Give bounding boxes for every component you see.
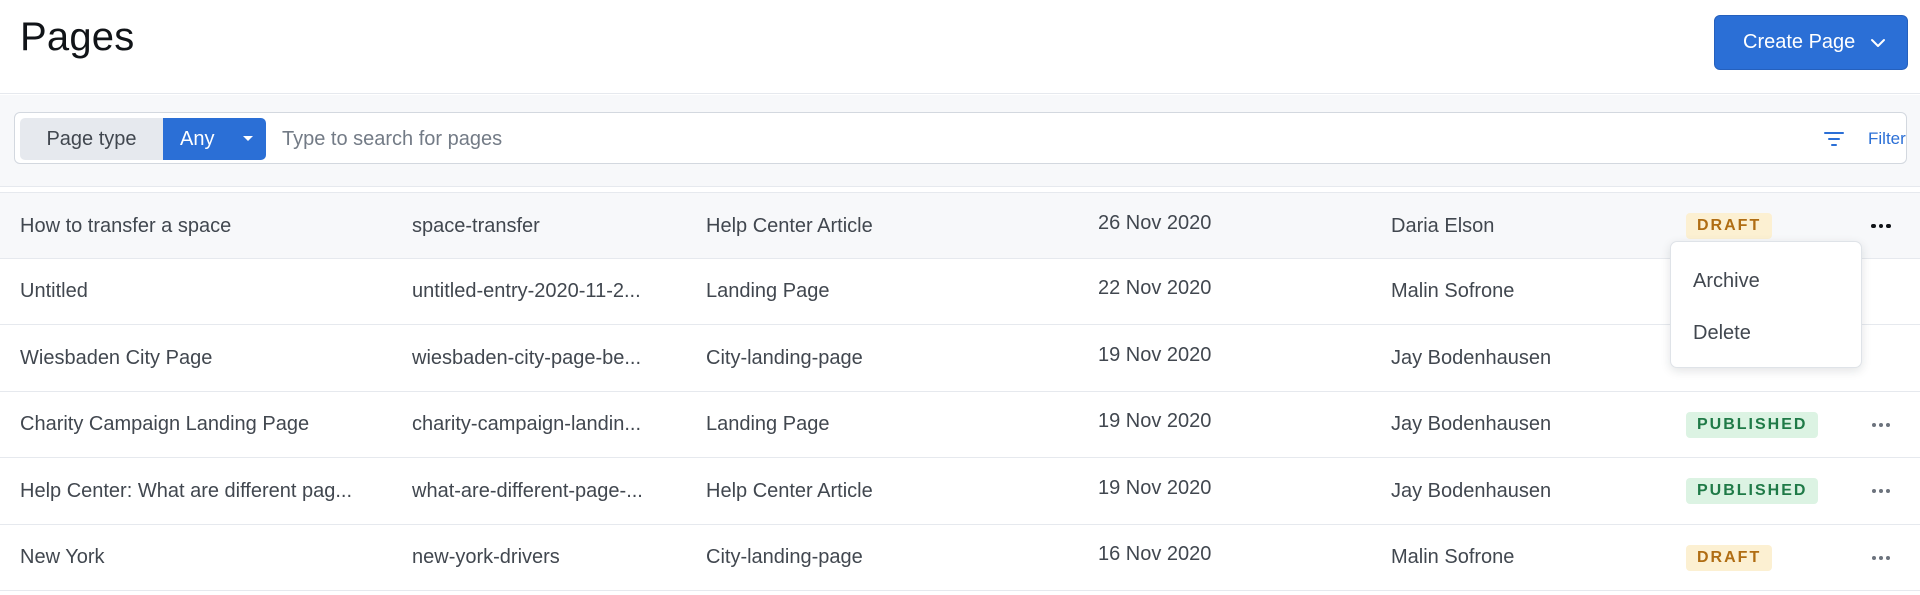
- author-cell: Malin Sofrone: [1391, 280, 1515, 302]
- page-title-cell[interactable]: Wiesbaden City Page: [20, 325, 365, 391]
- date-cell: 19 Nov 2020: [1098, 476, 1212, 499]
- page-type-select[interactable]: Any: [163, 118, 266, 160]
- status-badge: DRAFT: [1686, 213, 1773, 239]
- filter-button[interactable]: Filter: [1810, 118, 1906, 160]
- filter-bar-area: Page type Any Filter: [0, 95, 1920, 187]
- slug-cell: wiesbaden-city-page-be...: [412, 346, 642, 369]
- filter-icon: [1824, 132, 1844, 146]
- page-title: Pages: [20, 15, 135, 59]
- more-horizontal-icon[interactable]: [1868, 414, 1894, 436]
- more-horizontal-icon[interactable]: [1868, 215, 1894, 237]
- page-header: Pages Create Page: [0, 0, 1920, 94]
- row-actions-menu: Archive Delete: [1670, 241, 1862, 368]
- date-cell: 19 Nov 2020: [1098, 343, 1212, 366]
- page-type-cell: Help Center Article: [706, 214, 873, 237]
- slug-cell: what-are-different-page-...: [412, 479, 643, 502]
- page-type-value: Any: [180, 127, 215, 150]
- status-badge: PUBLISHED: [1686, 478, 1819, 504]
- slug-cell: untitled-entry-2020-11-2...: [412, 280, 641, 302]
- page-type-cell: Landing Page: [706, 280, 830, 302]
- delete-menu-item[interactable]: Delete: [1671, 311, 1861, 355]
- date-cell: 19 Nov 2020: [1098, 410, 1212, 432]
- table-row[interactable]: Wiesbaden City Page wiesbaden-city-page-…: [0, 325, 1920, 392]
- page-type-label: Page type: [20, 118, 163, 160]
- date-cell: 16 Nov 2020: [1098, 543, 1212, 565]
- page-type-cell: Help Center Article: [706, 479, 873, 502]
- page-title-cell[interactable]: Help Center: What are different pag...: [20, 458, 365, 524]
- create-page-button[interactable]: Create Page: [1714, 15, 1908, 70]
- pages-table: How to transfer a space space-transfer H…: [0, 192, 1920, 591]
- search-input[interactable]: [270, 118, 1800, 160]
- slug-cell: new-york-drivers: [412, 546, 560, 568]
- page-title-cell[interactable]: Charity Campaign Landing Page: [20, 392, 365, 458]
- table-row[interactable]: Untitled untitled-entry-2020-11-2... Lan…: [0, 259, 1920, 325]
- author-cell: Jay Bodenhausen: [1391, 346, 1552, 369]
- table-row[interactable]: Help Center: What are different pag... w…: [0, 458, 1920, 525]
- author-cell: Jay Bodenhausen: [1391, 479, 1552, 502]
- table-row[interactable]: Charity Campaign Landing Page charity-ca…: [0, 392, 1920, 458]
- archive-menu-item[interactable]: Archive: [1671, 259, 1861, 303]
- table-row[interactable]: How to transfer a space space-transfer H…: [0, 192, 1920, 259]
- caret-down-icon: [243, 136, 253, 141]
- chevron-down-icon: [1871, 39, 1885, 47]
- create-page-label: Create Page: [1743, 31, 1856, 53]
- author-cell: Malin Sofrone: [1391, 546, 1515, 568]
- date-cell: 26 Nov 2020: [1098, 211, 1212, 234]
- more-horizontal-icon[interactable]: [1868, 547, 1894, 569]
- more-horizontal-icon[interactable]: [1868, 480, 1894, 502]
- search-filter-bar: Page type Any Filter: [14, 112, 1907, 164]
- page-title-cell[interactable]: How to transfer a space: [20, 193, 365, 259]
- status-badge: DRAFT: [1686, 544, 1773, 571]
- date-cell: 22 Nov 2020: [1098, 277, 1212, 299]
- table-row[interactable]: New York new-york-drivers City-landing-p…: [0, 525, 1920, 591]
- page-title-cell[interactable]: Untitled: [20, 259, 365, 325]
- author-cell: Daria Elson: [1391, 214, 1495, 237]
- page-title-cell[interactable]: New York: [20, 525, 365, 591]
- slug-cell: space-transfer: [412, 214, 540, 237]
- page-type-cell: Landing Page: [706, 413, 830, 435]
- slug-cell: charity-campaign-landin...: [412, 413, 641, 435]
- author-cell: Jay Bodenhausen: [1391, 413, 1552, 435]
- page-type-cell: City-landing-page: [706, 346, 863, 369]
- filter-label: Filter: [1868, 129, 1906, 148]
- page-type-cell: City-landing-page: [706, 546, 863, 568]
- status-badge: PUBLISHED: [1686, 411, 1819, 438]
